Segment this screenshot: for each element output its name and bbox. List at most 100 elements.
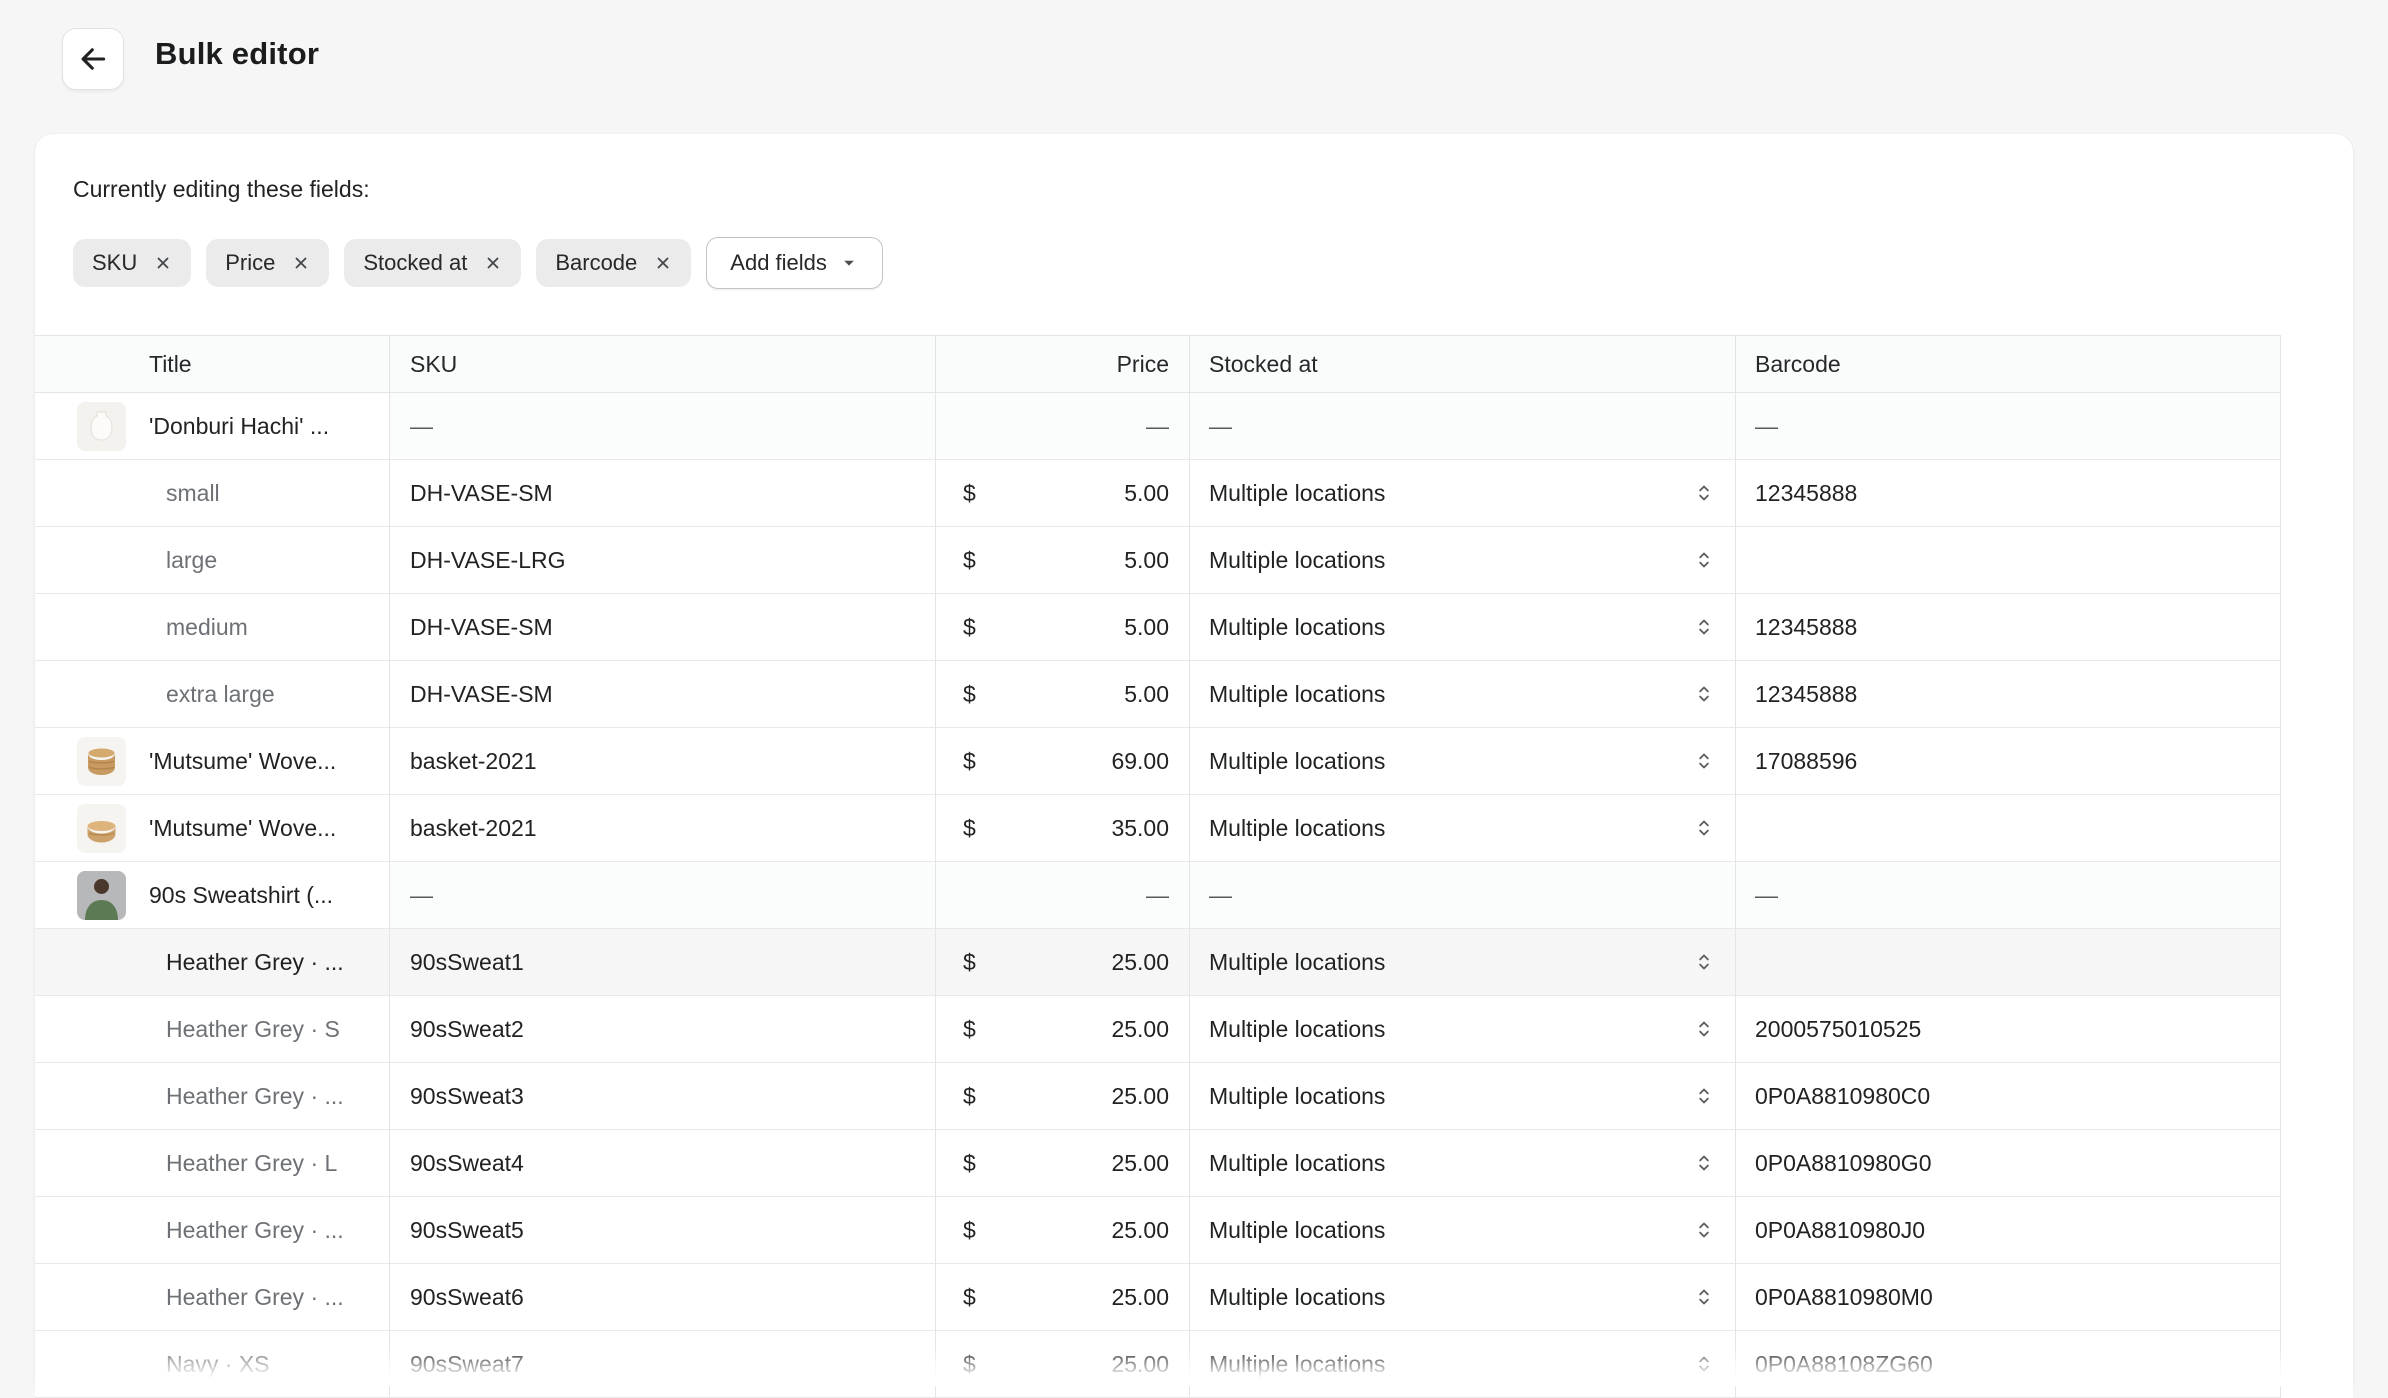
price-cell[interactable]: $ 5.00 [935,527,1189,594]
barcode-cell[interactable]: 12345888 [1735,661,2280,728]
unfold-more-icon [1693,1152,1715,1174]
stocked-at-select[interactable]: Multiple locations [1189,728,1735,795]
stocked-at-value: — [1209,413,1232,440]
stocked-at-select[interactable]: Multiple locations [1189,929,1735,996]
column-header-price: Price [935,335,1189,393]
stocked-at-select: — [1189,862,1735,929]
add-fields-button[interactable]: Add fields [706,237,883,289]
remove-field-button[interactable] [645,245,681,281]
sku-cell[interactable]: DH-VASE-SM [389,661,935,728]
stocked-at-select[interactable]: Multiple locations [1189,1331,1735,1398]
barcode-cell[interactable]: 2000575010525 [1735,996,2280,1063]
price-cell[interactable]: $ 35.00 [935,795,1189,862]
barcode-value: 12345888 [1755,480,1857,507]
table-row: Heather Grey · S 90sSweat2 $ 25.00 Multi… [35,996,2353,1063]
barcode-cell: — [1735,862,2280,929]
stocked-at-select[interactable]: Multiple locations [1189,1264,1735,1331]
sku-cell[interactable]: 90sSweat5 [389,1197,935,1264]
barcode-cell[interactable] [1735,929,2280,996]
editing-fields-label: Currently editing these fields: [73,176,2353,203]
sku-cell[interactable]: 90sSweat3 [389,1063,935,1130]
price-cell[interactable]: $ 25.00 [935,929,1189,996]
barcode-value: 12345888 [1755,614,1857,641]
sku-cell[interactable]: basket-2021 [389,728,935,795]
stocked-at-select[interactable]: Multiple locations [1189,527,1735,594]
barcode-cell[interactable] [1735,527,2280,594]
barcode-cell[interactable]: 17088596 [1735,728,2280,795]
sku-cell[interactable]: DH-VASE-LRG [389,527,935,594]
table-row: medium DH-VASE-SM $ 5.00 Multiple locati… [35,594,2353,661]
stocked-at-select[interactable]: Multiple locations [1189,996,1735,1063]
stocked-at-value: Multiple locations [1209,681,1385,708]
remove-field-button[interactable] [145,245,181,281]
price-value: 25.00 [1111,949,1169,976]
barcode-value: — [1755,882,1778,909]
barcode-cell[interactable] [1735,795,2280,862]
remove-field-button[interactable] [475,245,511,281]
close-icon [291,253,311,273]
table-row: Heather Grey · ... 90sSweat3 $ 25.00 Mul… [35,1063,2353,1130]
stocked-at-value: Multiple locations [1209,1083,1385,1110]
barcode-cell[interactable]: 0P0A8810980G0 [1735,1130,2280,1197]
price-cell[interactable]: $ 25.00 [935,996,1189,1063]
remove-field-button[interactable] [283,245,319,281]
price-value: — [1146,413,1169,440]
row-spacer [2280,1130,2353,1197]
table-row: Navy · XS 90sSweat7 $ 25.00 Multiple loc… [35,1331,2353,1398]
barcode-cell[interactable]: 12345888 [1735,460,2280,527]
stocked-at-select[interactable]: Multiple locations [1189,460,1735,527]
sku-value: 90sSweat2 [410,1016,524,1043]
row-spacer [2280,661,2353,728]
basket-product-photo [77,737,126,786]
stocked-at-select[interactable]: Multiple locations [1189,661,1735,728]
currency-prefix: $ [963,1150,976,1177]
barcode-cell[interactable]: 0P0A8810980J0 [1735,1197,2280,1264]
sku-cell: — [389,393,935,460]
price-cell[interactable]: $ 25.00 [935,1331,1189,1398]
price-value: 25.00 [1111,1016,1169,1043]
sku-cell[interactable]: 90sSweat4 [389,1130,935,1197]
title-cell: 90s Sweatshirt (... [35,862,389,929]
stocked-at-value: Multiple locations [1209,614,1385,641]
sku-cell[interactable]: 90sSweat2 [389,996,935,1063]
stocked-at-select[interactable]: Multiple locations [1189,795,1735,862]
sku-cell[interactable]: DH-VASE-SM [389,460,935,527]
sku-cell[interactable]: 90sSweat6 [389,1264,935,1331]
price-cell[interactable]: $ 69.00 [935,728,1189,795]
price-cell[interactable]: $ 25.00 [935,1130,1189,1197]
table-row: Heather Grey · L 90sSweat4 $ 25.00 Multi… [35,1130,2353,1197]
back-button[interactable] [62,28,124,90]
price-cell[interactable]: $ 5.00 [935,594,1189,661]
column-header-label: Barcode [1755,351,1841,378]
barcode-cell[interactable]: 0P0A8810980M0 [1735,1264,2280,1331]
price-cell[interactable]: $ 25.00 [935,1197,1189,1264]
stocked-at-select[interactable]: Multiple locations [1189,1130,1735,1197]
sku-cell[interactable]: 90sSweat7 [389,1331,935,1398]
barcode-cell[interactable]: 0P0A88108ZG60 [1735,1331,2280,1398]
unfold-more-icon [1693,817,1715,839]
sku-cell[interactable]: 90sSweat1 [389,929,935,996]
table-row: small DH-VASE-SM $ 5.00 Multiple locatio… [35,460,2353,527]
page-title: Bulk editor [155,36,319,72]
row-spacer [2280,527,2353,594]
stocked-at-select[interactable]: Multiple locations [1189,1063,1735,1130]
stocked-at-select[interactable]: Multiple locations [1189,594,1735,661]
barcode-cell[interactable]: 0P0A8810980C0 [1735,1063,2280,1130]
price-value: 5.00 [1124,547,1169,574]
row-spacer [2280,795,2353,862]
sku-cell[interactable]: DH-VASE-SM [389,594,935,661]
barcode-cell[interactable]: 12345888 [1735,594,2280,661]
price-cell[interactable]: $ 5.00 [935,661,1189,728]
row-title: 'Mutsume' Wove... [149,748,336,775]
row-title: large [166,547,217,574]
sku-cell[interactable]: basket-2021 [389,795,935,862]
price-cell[interactable]: $ 25.00 [935,1063,1189,1130]
sweatshirt-product-photo [77,871,126,920]
table-row: 'Donburi Hachi' ... — — — — [35,393,2353,460]
column-header-barcode: Barcode [1735,335,2280,393]
price-cell[interactable]: $ 5.00 [935,460,1189,527]
stocked-at-select[interactable]: Multiple locations [1189,1197,1735,1264]
title-cell: medium [35,594,389,661]
currency-prefix: $ [963,480,976,507]
price-cell[interactable]: $ 25.00 [935,1264,1189,1331]
